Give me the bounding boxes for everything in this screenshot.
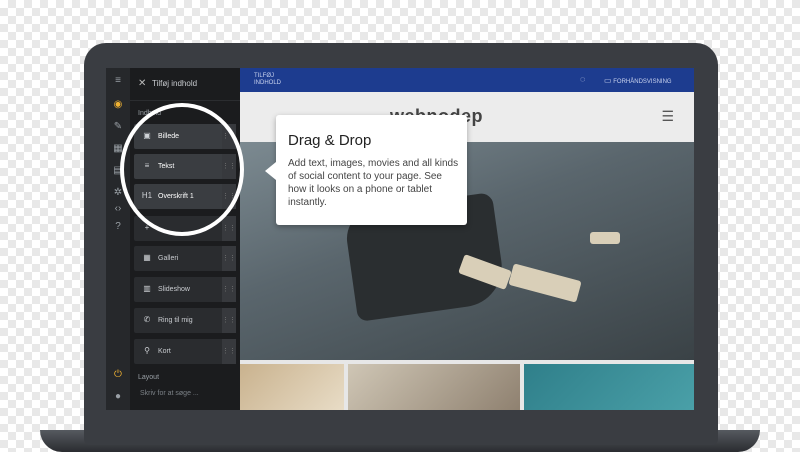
- content-item-slideshow[interactable]: ▥ Slideshow ⋮⋮: [134, 277, 236, 302]
- wood-shaving: [590, 232, 620, 244]
- eye-off-icon[interactable]: ◌: [580, 74, 585, 84]
- drag-drop-tooltip: Drag & Drop Add text, images, movies and…: [265, 115, 467, 225]
- devices-icon: ▭: [604, 76, 612, 85]
- thumbnail-row: [240, 364, 694, 410]
- content-item-gallery[interactable]: ▦ Galleri ⋮⋮: [134, 246, 236, 271]
- globe-icon[interactable]: ◉: [111, 98, 125, 112]
- phone-icon: ✆: [143, 315, 151, 324]
- map-pin-icon: ⚲: [144, 346, 150, 355]
- preview-button[interactable]: ▭ FORHÅNDSVISNING: [604, 76, 672, 85]
- content-item-map[interactable]: ⚲ Kort ⋮⋮: [134, 339, 236, 364]
- user-icon[interactable]: ●: [111, 390, 125, 404]
- thumbnail-image[interactable]: [348, 364, 520, 410]
- thumbnail-image[interactable]: [240, 364, 344, 410]
- panel-header: ✕ Tilføj indhold: [130, 68, 240, 101]
- tooltip-title: Drag & Drop: [288, 132, 372, 149]
- item-label: Kort: [158, 348, 171, 355]
- hamburger-icon[interactable]: ☰: [661, 108, 674, 125]
- thumbnail-image[interactable]: [524, 364, 694, 410]
- preview-label: FORHÅNDSVISNING: [613, 79, 672, 85]
- item-label: Ring til mig: [158, 317, 193, 324]
- brush-icon[interactable]: ✎: [111, 120, 125, 134]
- item-label: Galleri: [158, 255, 179, 262]
- menu-icon[interactable]: ≡: [111, 74, 125, 88]
- slideshow-icon: ▥: [143, 284, 151, 293]
- tooltip-body: Add text, images, movies and all kinds o…: [288, 158, 459, 208]
- content-item-call-me[interactable]: ✆ Ring til mig ⋮⋮: [134, 308, 236, 333]
- drag-handle-icon[interactable]: ⋮⋮: [222, 339, 236, 364]
- item-label: Slideshow: [158, 286, 190, 293]
- wood-shaving: [508, 263, 582, 303]
- add-content-button[interactable]: TILFØJ INDHOLD: [254, 73, 288, 87]
- gallery-icon: ▦: [143, 253, 151, 262]
- panel-title: Tilføj indhold: [152, 79, 198, 88]
- help-icon[interactable]: ?: [111, 220, 125, 234]
- drag-handle-icon[interactable]: ⋮⋮: [222, 246, 236, 271]
- drag-handle-icon[interactable]: ⋮⋮: [222, 277, 236, 302]
- search-input[interactable]: Skriv for at søge ...: [140, 390, 199, 397]
- add-content-label: TILFØJ INDHOLD: [254, 73, 282, 86]
- close-icon[interactable]: ✕: [138, 68, 146, 100]
- section-layout-label: Layout: [138, 374, 160, 381]
- drag-handle-icon[interactable]: ⋮⋮: [222, 308, 236, 333]
- editor-topbar: TILFØJ INDHOLD ◌ ▭ FORHÅNDSVISNING: [240, 68, 694, 92]
- icon-bar: ≡ ◉ ✎ ▦ ▤ ✲ ‹› ? ⏻ ●: [106, 68, 130, 410]
- highlight-ring: [120, 103, 244, 236]
- power-icon[interactable]: ⏻: [111, 368, 125, 382]
- code-icon[interactable]: ‹›: [111, 202, 125, 216]
- drag-handle-icon[interactable]: ⋮⋮: [222, 216, 236, 241]
